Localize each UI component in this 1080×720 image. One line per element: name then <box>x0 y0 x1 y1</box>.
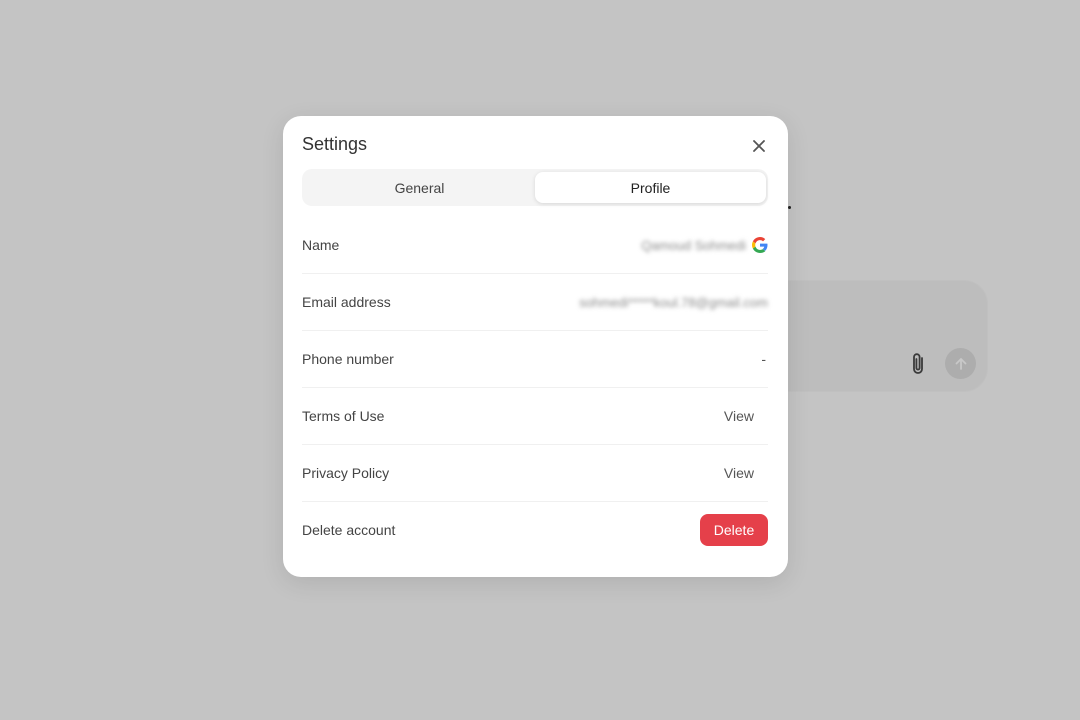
send-button <box>945 348 976 379</box>
name-label: Name <box>302 237 340 253</box>
privacy-label: Privacy Policy <box>302 465 390 481</box>
arrow-up-icon <box>955 357 966 370</box>
name-value: Qamoud Sohmedi <box>641 237 746 253</box>
delete-account-label: Delete account <box>302 522 396 538</box>
modal-title: Settings <box>302 134 368 154</box>
google-icon <box>752 237 768 253</box>
email-value: sohmedi*****koul.78@gmail.com <box>579 294 768 310</box>
delete-account-button[interactable]: Delete <box>700 514 768 546</box>
privacy-view-link[interactable]: View <box>724 465 754 481</box>
terms-row: Terms of Use View <box>302 388 768 445</box>
settings-tabs: General Profile <box>302 169 768 206</box>
paperclip-icon <box>908 352 930 376</box>
terms-view-link[interactable]: View <box>724 408 754 424</box>
email-label: Email address <box>302 294 391 310</box>
email-row: Email address sohmedi*****koul.78@gmail.… <box>302 274 768 331</box>
profile-settings-list: Name Qamoud Sohmedi Email address sohmed… <box>302 217 768 558</box>
name-row: Name Qamoud Sohmedi <box>302 217 768 274</box>
terms-label: Terms of Use <box>302 408 385 424</box>
delete-account-row: Delete account Delete <box>302 502 768 558</box>
phone-value: - <box>761 351 766 367</box>
tab-general[interactable]: General <box>304 172 535 203</box>
close-icon <box>753 140 765 152</box>
phone-label: Phone number <box>302 351 394 367</box>
background-dot <box>788 206 791 209</box>
privacy-row: Privacy Policy View <box>302 445 768 502</box>
tab-profile[interactable]: Profile <box>535 172 766 203</box>
name-value-group: Qamoud Sohmedi <box>641 237 768 253</box>
phone-row: Phone number - <box>302 331 768 388</box>
close-button[interactable] <box>749 136 769 156</box>
settings-modal: Settings General Profile Name Qamoud Soh… <box>283 116 788 577</box>
